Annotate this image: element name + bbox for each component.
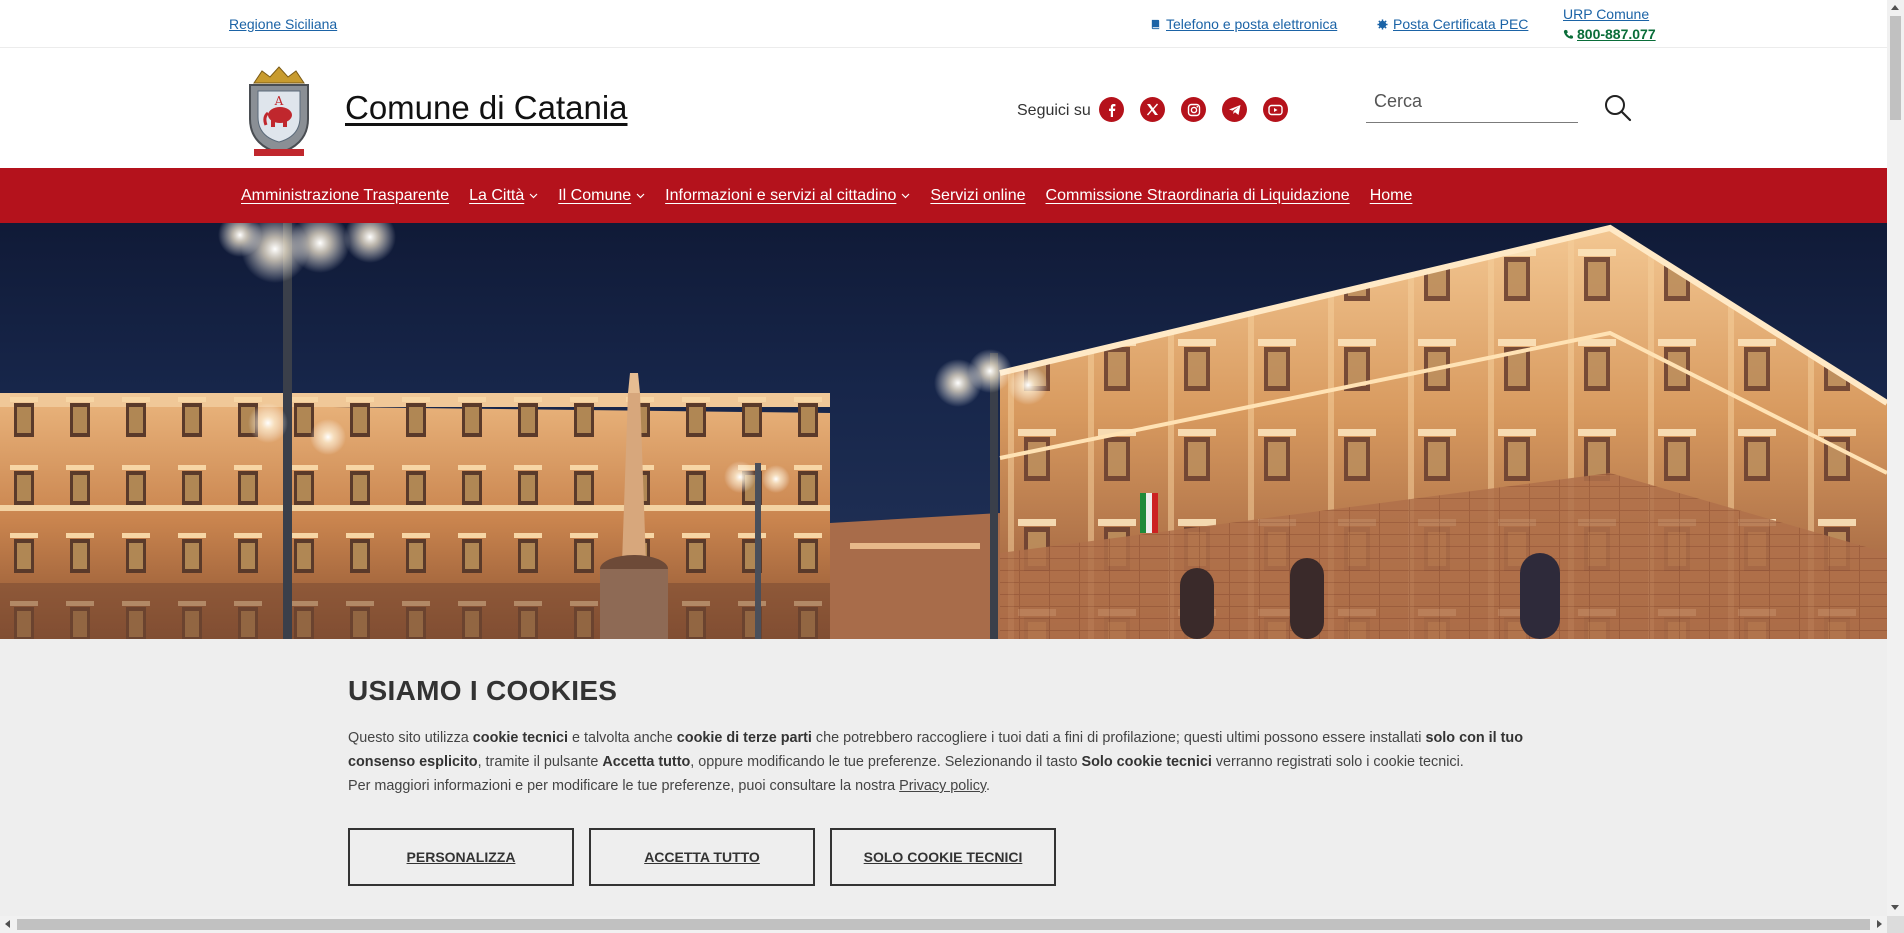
follow-us-label: Seguici su (1017, 102, 1091, 119)
chevron-down-icon (636, 193, 645, 198)
nav-item-commissione-straordinaria[interactable]: Commissione Straordinaria di Liquidazion… (1046, 187, 1350, 205)
urp-phone-link[interactable]: 800-887.077 (1563, 26, 1656, 42)
telegram-icon[interactable] (1222, 97, 1247, 122)
cookie-text-part: Per maggiori informazioni e per modifica… (348, 778, 900, 794)
nav-item-label: Amministrazione Trasparente (241, 186, 450, 204)
nav-item-servizi-online[interactable]: Servizi online (930, 187, 1025, 205)
nav-item-informazioni-servizi[interactable]: Informazioni e servizi al cittadino (665, 187, 910, 205)
hero-image-piazza-duomo (0, 223, 1887, 639)
scroll-left-arrow[interactable] (5, 920, 10, 928)
cookie-text-part: e talvolta anche (567, 730, 677, 746)
cookie-text-part: Questo sito utilizza (348, 730, 473, 746)
nav-item-la-citta[interactable]: La Città (469, 187, 538, 205)
pec-link[interactable]: Posta Certificata PEC (1377, 16, 1528, 32)
nav-item-home[interactable]: Home (1370, 187, 1413, 205)
cookie-text-part: , tramite il pulsante (477, 754, 603, 770)
book-icon (1151, 19, 1160, 29)
search-input[interactable] (1366, 81, 1578, 122)
site-title[interactable]: Comune di Catania (345, 89, 628, 127)
solo-cookie-tecnici-button[interactable]: SOLO COOKIE TECNICI (830, 828, 1056, 886)
telefono-link-label: Telefono e posta elettronica (1166, 16, 1338, 32)
nav-item-amministrazione-trasparente[interactable]: Amministrazione Trasparente (241, 187, 449, 205)
urp-comune-link[interactable]: URP Comune (1563, 6, 1649, 22)
hero-illustration (0, 223, 1887, 639)
nav-menu: Amministrazione Trasparente La Città Il … (241, 168, 1412, 223)
cookie-text-part: verranno registrati solo i cookie tecnic… (1211, 754, 1464, 770)
search-field[interactable] (1366, 81, 1578, 123)
accetta-tutto-button[interactable]: ACCETTA TUTTO (589, 828, 815, 886)
page: Regione Siciliana Telefono e posta elett… (0, 0, 1887, 916)
cookie-banner-text: Questo sito utilizza cookie tecnici e ta… (348, 726, 1548, 798)
privacy-policy-link[interactable]: Privacy policy (899, 778, 986, 794)
certificate-icon (1377, 18, 1388, 30)
personalizza-button[interactable]: PERSONALIZZA (348, 828, 574, 886)
horizontal-scrollbar[interactable] (0, 916, 1887, 933)
cookie-buttons: PERSONALIZZA ACCETTA TUTTO SOLO COOKIE T… (348, 828, 1056, 886)
vertical-scrollbar-thumb[interactable] (1890, 16, 1901, 120)
main-navigation: Amministrazione Trasparente La Città Il … (0, 168, 1887, 223)
site-header: A Comune di Catania Seguici su (0, 49, 1887, 168)
scroll-right-arrow[interactable] (1877, 920, 1882, 928)
x-twitter-icon[interactable] (1140, 97, 1165, 122)
scroll-up-arrow[interactable] (1891, 5, 1899, 10)
horizontal-scrollbar-thumb[interactable] (17, 919, 1870, 930)
cookie-text-bold: Solo cookie tecnici (1081, 754, 1212, 770)
scroll-down-arrow[interactable] (1891, 905, 1899, 910)
nav-item-label: La Città (469, 186, 525, 204)
telefono-link[interactable]: Telefono e posta elettronica (1150, 16, 1337, 32)
nav-item-il-comune[interactable]: Il Comune (558, 187, 645, 205)
utility-bar: Regione Siciliana Telefono e posta elett… (0, 0, 1887, 48)
urp-phone-number: 800-887.077 (1577, 26, 1656, 42)
nav-item-label: Home (1369, 186, 1413, 204)
nav-item-label: Commissione Straordinaria di Liquidazion… (1045, 186, 1350, 204)
youtube-icon[interactable] (1263, 97, 1288, 122)
cookie-text-bold: Accetta tutto (602, 754, 691, 770)
search-icon[interactable] (1603, 93, 1633, 123)
social-links (1099, 97, 1288, 122)
city-crest-logo[interactable]: A (244, 61, 314, 159)
cookie-banner-title: USIAMO I COOKIES (348, 675, 618, 706)
nav-item-label: Il Comune (558, 186, 632, 204)
nav-item-label: Servizi online (930, 186, 1026, 204)
cookie-text-part: che potrebbero raccogliere i tuoi dati a… (811, 730, 1426, 746)
pec-link-label: Posta Certificata PEC (1393, 16, 1529, 32)
nav-item-label: Informazioni e servizi al cittadino (665, 186, 897, 204)
cookie-text-part: , oppure modificando le tue preferenze. … (690, 754, 1082, 770)
cookie-banner: USIAMO I COOKIES Questo sito utilizza co… (0, 639, 1887, 916)
vertical-scrollbar[interactable] (1887, 0, 1904, 916)
cookie-text-bold: cookie di terze parti (676, 730, 812, 746)
phone-icon (1563, 29, 1574, 39)
cookie-text-part: . (986, 778, 991, 794)
chevron-down-icon (901, 193, 910, 198)
svg-text:A: A (274, 94, 284, 108)
facebook-icon[interactable] (1099, 97, 1124, 122)
scrollbar-corner (1887, 916, 1904, 933)
chevron-down-icon (529, 193, 538, 198)
instagram-icon[interactable] (1181, 97, 1206, 122)
cookie-text-bold: cookie tecnici (472, 730, 568, 746)
regione-siciliana-link[interactable]: Regione Siciliana (229, 16, 337, 32)
